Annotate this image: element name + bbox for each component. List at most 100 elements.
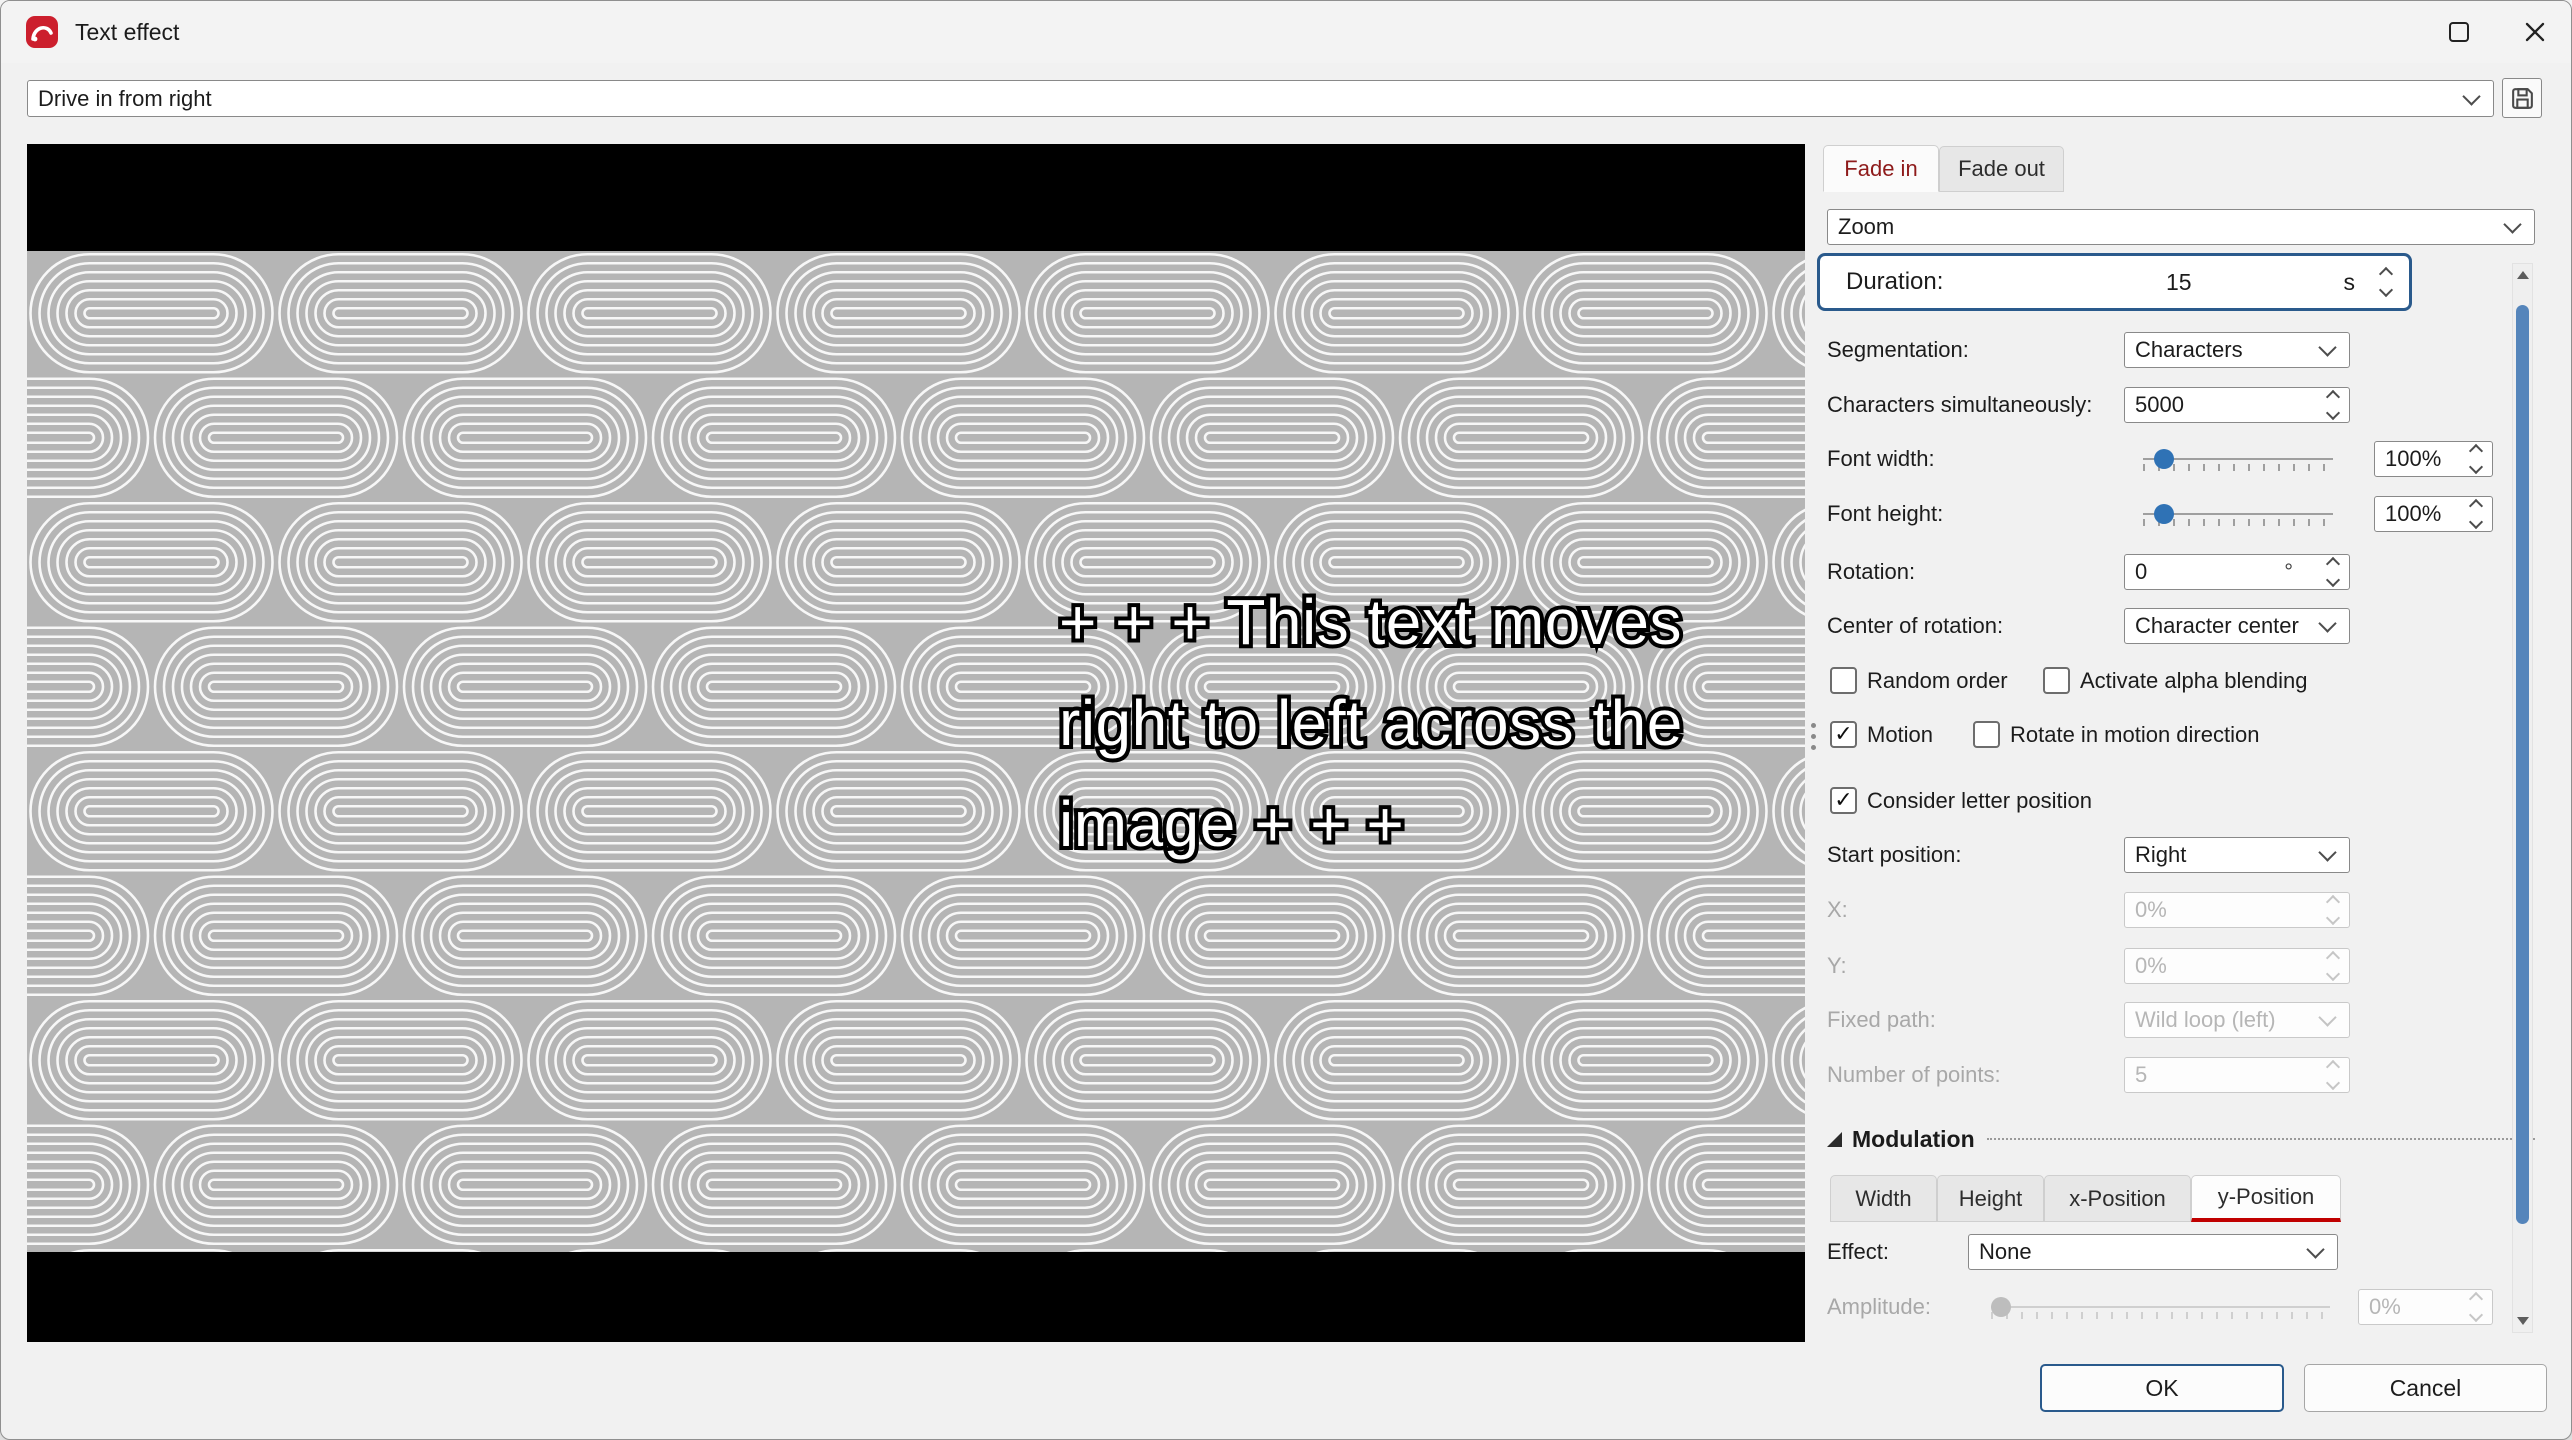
motion-label: Motion: [1867, 722, 1934, 747]
spinner-up-icon: [2325, 556, 2341, 572]
x-position-value: 0%: [2135, 897, 2167, 922]
random-order-label: Random order: [1867, 668, 2008, 693]
duration-unit: s: [2343, 268, 2356, 295]
rotation-spinner[interactable]: [2322, 555, 2344, 589]
slider-ticks: [1991, 1312, 2330, 1319]
panel-scrollbar[interactable]: [2512, 263, 2533, 1333]
center-of-rotation-value: Character center: [2135, 613, 2299, 638]
consider-letter-position-checkbox[interactable]: ✓: [1830, 787, 1857, 814]
save-preset-button[interactable]: [2502, 78, 2542, 118]
font-width-spinner[interactable]: [2465, 442, 2487, 476]
duration-spinner[interactable]: [2375, 256, 2397, 308]
close-icon: [2525, 22, 2545, 42]
preview-canvas: + + + This text moves right to left acro…: [27, 144, 1805, 1342]
slider-thumb[interactable]: [2154, 504, 2174, 524]
center-of-rotation-select[interactable]: Character center: [2124, 608, 2350, 644]
preset-select[interactable]: Drive in from right: [27, 80, 2494, 117]
close-button[interactable]: [2497, 1, 2571, 63]
rotation-input[interactable]: 0 °: [2124, 554, 2350, 590]
number-of-points-spinner: [2322, 1058, 2344, 1092]
title-bar[interactable]: Text effect: [1, 1, 2571, 63]
font-height-spinner[interactable]: [2465, 497, 2487, 531]
maximize-button[interactable]: [2421, 1, 2497, 63]
tab-mod-width[interactable]: Width: [1830, 1175, 1937, 1222]
characters-simultaneously-input[interactable]: 5000: [2124, 387, 2350, 423]
slider-track: [1991, 1306, 2330, 1308]
number-of-points-label: Number of points:: [1827, 1062, 2001, 1087]
spinner-down-icon: [2468, 514, 2484, 530]
duration-field[interactable]: Duration: 15 s: [1817, 253, 2412, 311]
font-height-input[interactable]: 100%: [2374, 496, 2493, 532]
fixed-path-value: Wild loop (left): [2135, 1007, 2276, 1032]
segmentation-select[interactable]: Characters: [2124, 332, 2350, 368]
amplitude-label: Amplitude:: [1827, 1294, 1931, 1319]
duration-label: Duration:: [1846, 268, 1944, 295]
text-effect-dialog: Text effect Drive in from right + + + Th…: [0, 0, 2572, 1440]
y-position-label: Y:: [1827, 953, 1847, 978]
check-icon: ✓: [1834, 722, 1853, 747]
number-of-points-input: 5: [2124, 1057, 2350, 1093]
segmentation-select-value: Characters: [2135, 337, 2243, 362]
tab-mod-y-position[interactable]: y-Position: [2191, 1175, 2341, 1222]
font-width-input[interactable]: 100%: [2374, 441, 2493, 477]
x-position-spinner: [2322, 893, 2344, 927]
app-icon: [26, 16, 58, 48]
rotation-value: 0: [2135, 559, 2148, 584]
save-icon: [2511, 87, 2533, 109]
spinner-up-icon: [2325, 894, 2341, 910]
tab-fade-out[interactable]: Fade out: [1939, 146, 2064, 192]
mod-effect-label: Effect:: [1827, 1239, 1889, 1264]
spinner-down-icon: [2325, 1075, 2341, 1091]
mod-effect-value: None: [1979, 1239, 2032, 1264]
center-of-rotation-label: Center of rotation:: [1827, 613, 2004, 638]
motion-checkbox[interactable]: ✓: [1830, 721, 1857, 748]
characters-simultaneously-spinner[interactable]: [2322, 388, 2344, 422]
overlay-text-line: image + + +: [1059, 774, 1683, 875]
spinner-up-icon: [2468, 498, 2484, 514]
mod-effect-select[interactable]: None: [1968, 1234, 2338, 1270]
font-height-slider[interactable]: [2143, 502, 2333, 528]
overlay-text-line: + + + This text moves: [1059, 572, 1683, 673]
spinner-down-icon: [2325, 910, 2341, 926]
spinner-down-icon: [2468, 1307, 2484, 1323]
spinner-down-icon: [2468, 459, 2484, 475]
rotate-in-motion-checkbox[interactable]: [1973, 721, 2000, 748]
preview-overlay-text: + + + This text moves right to left acro…: [1059, 572, 1683, 875]
chevron-down-icon: [2318, 614, 2337, 633]
slider-thumb[interactable]: [2154, 449, 2174, 469]
start-position-select[interactable]: Right: [2124, 837, 2350, 873]
font-width-slider[interactable]: [2143, 447, 2333, 473]
cancel-button[interactable]: Cancel: [2304, 1364, 2547, 1412]
chevron-down-icon: [2318, 843, 2337, 862]
number-of-points-value: 5: [2135, 1062, 2148, 1087]
overlay-text-line: right to left across the: [1059, 673, 1683, 774]
characters-simultaneously-label: Characters simultaneously:: [1827, 392, 2093, 417]
font-width-label: Font width:: [1827, 446, 1935, 471]
segmentation-label: Segmentation:: [1827, 337, 1969, 362]
splitter-handle[interactable]: [1809, 723, 1817, 753]
random-order-checkbox[interactable]: [1830, 667, 1857, 694]
tab-mod-x-position[interactable]: x-Position: [2044, 1175, 2191, 1222]
x-position-input: 0%: [2124, 892, 2350, 928]
amplitude-spinner: [2465, 1290, 2487, 1324]
tab-mod-height[interactable]: Height: [1937, 1175, 2044, 1222]
amplitude-input: 0%: [2358, 1289, 2493, 1325]
chevron-down-icon: [2318, 338, 2337, 357]
spinner-up-icon: [2468, 1291, 2484, 1307]
modulation-section-header[interactable]: Modulation: [1827, 1125, 2535, 1153]
alpha-blending-checkbox[interactable]: [2043, 667, 2070, 694]
ok-button[interactable]: OK: [2040, 1364, 2284, 1412]
preset-select-value: Drive in from right: [38, 85, 212, 111]
scroll-up-icon[interactable]: [2517, 271, 2529, 279]
tab-fade-in[interactable]: Fade in: [1823, 145, 1939, 192]
scrollbar-thumb[interactable]: [2516, 305, 2529, 1224]
scroll-down-icon[interactable]: [2517, 1317, 2529, 1325]
section-divider: [1986, 1138, 2535, 1140]
check-icon: ✓: [1834, 788, 1853, 813]
y-position-value: 0%: [2135, 953, 2167, 978]
chevron-down-icon: [2503, 215, 2522, 234]
slider-thumb: [1991, 1297, 2011, 1317]
font-height-value: 100%: [2385, 501, 2442, 526]
animation-select[interactable]: Zoom: [1827, 209, 2535, 245]
spinner-up-icon: [2325, 1059, 2341, 1075]
